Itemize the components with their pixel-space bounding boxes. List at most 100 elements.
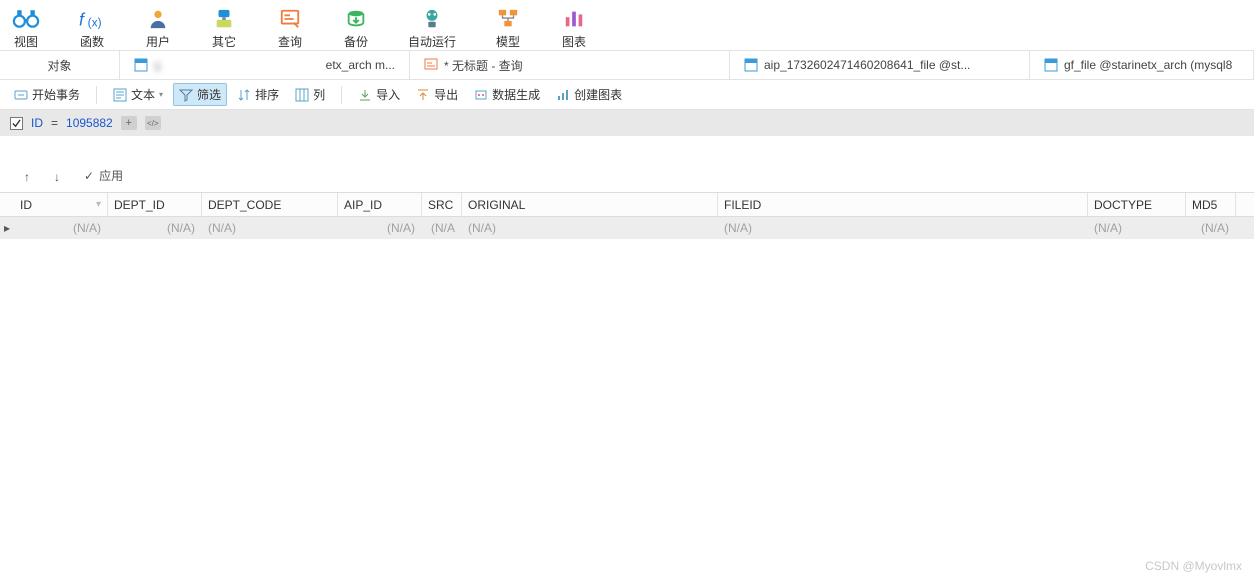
add-condition-button[interactable]: + — [121, 116, 137, 130]
import-button[interactable]: 导入 — [352, 83, 406, 106]
ribbon: 视图 f(x) 函数 用户 其它 查询 备份 自动运行 模型 图表 — [0, 0, 1254, 50]
move-down-button[interactable]: ↓ — [54, 170, 60, 184]
export-label: 导出 — [434, 86, 458, 103]
export-button[interactable]: 导出 — [410, 83, 464, 106]
chevron-down-icon: ▾ — [159, 90, 163, 99]
tab-gf-file[interactable]: gf_file @starinetx_arch (mysql8 — [1030, 51, 1254, 79]
column-icon — [295, 88, 309, 102]
col-dept-id[interactable]: DEPT_ID — [108, 193, 202, 216]
ribbon-function[interactable]: f(x) 函数 — [78, 7, 106, 50]
svg-text:f: f — [79, 10, 86, 30]
funnel-icon: ▾ — [96, 199, 101, 210]
separator — [96, 86, 97, 104]
ribbon-backup[interactable]: 备份 — [342, 7, 370, 50]
col-aip-id[interactable]: AIP_ID — [338, 193, 422, 216]
ribbon-user-label: 用户 — [146, 33, 170, 50]
tab-aip-label: aip_1732602471460208641_file @st... — [764, 58, 970, 72]
chart-icon — [560, 7, 588, 31]
apply-button[interactable]: ✓ 应用 — [84, 167, 123, 184]
ribbon-other-label: 其它 — [212, 33, 236, 50]
autorun-icon — [418, 7, 446, 31]
mkchart-label: 创建图表 — [574, 86, 622, 103]
col-md5[interactable]: MD5 — [1186, 193, 1236, 216]
cell-src[interactable]: (N/A — [422, 218, 462, 238]
cell-md5[interactable]: (N/A) — [1186, 218, 1236, 238]
cell-aip[interactable]: (N/A) — [338, 218, 422, 238]
data-grid: ID▾ DEPT_ID DEPT_CODE AIP_ID SRC ORIGINA… — [0, 192, 1254, 239]
table-icon — [134, 58, 148, 72]
col-dept-code[interactable]: DEPT_CODE — [202, 193, 338, 216]
col-fileid[interactable]: FILEID — [718, 193, 1088, 216]
cell-orig[interactable]: (N/A) — [462, 218, 718, 238]
table-icon — [1044, 58, 1058, 72]
ribbon-chart[interactable]: 图表 — [560, 7, 588, 50]
move-up-button[interactable]: ↑ — [24, 170, 30, 184]
datagen-button[interactable]: 数据生成 — [468, 83, 546, 106]
tab-objects[interactable]: 对象 — [0, 51, 120, 79]
ribbon-query[interactable]: 查询 — [276, 7, 304, 50]
cell-file[interactable]: (N/A) — [718, 218, 1088, 238]
filter-label: 筛选 — [197, 86, 221, 103]
cell-code[interactable]: (N/A) — [202, 218, 338, 238]
tab-aip-file[interactable]: aip_1732602471460208641_file @st... — [730, 51, 1030, 79]
grid-header: ID▾ DEPT_ID DEPT_CODE AIP_ID SRC ORIGINA… — [0, 193, 1254, 217]
column-button[interactable]: 列 — [289, 83, 331, 106]
table-icon — [744, 58, 758, 72]
ribbon-model[interactable]: 模型 — [494, 7, 522, 50]
tab-gf-label: gf_file @starinetx_arch (mysql8 — [1064, 58, 1232, 72]
ribbon-autorun[interactable]: 自动运行 — [408, 7, 456, 50]
datagen-icon — [474, 88, 488, 102]
column-label: 列 — [313, 86, 325, 103]
cell-id[interactable]: (N/A) — [14, 218, 108, 238]
model-icon — [494, 7, 522, 31]
ribbon-view[interactable]: 视图 — [12, 7, 40, 50]
binoculars-icon — [12, 7, 40, 31]
separator — [341, 86, 342, 104]
backup-icon — [342, 7, 370, 31]
filter-operator[interactable]: = — [51, 116, 58, 130]
transaction-icon — [14, 88, 28, 102]
col-id[interactable]: ID▾ — [14, 193, 108, 216]
text-button[interactable]: 文本 ▾ — [107, 83, 169, 106]
ribbon-backup-label: 备份 — [344, 33, 368, 50]
text-label: 文本 — [131, 86, 155, 103]
datagen-label: 数据生成 — [492, 86, 540, 103]
minichart-icon — [556, 88, 570, 102]
tab-query-untitled[interactable]: * 无标题 - 查询 — [410, 51, 730, 79]
sql-toggle-button[interactable]: </> — [145, 116, 161, 130]
cell-doc[interactable]: (N/A) — [1088, 218, 1186, 238]
table-row[interactable]: ▸ (N/A) (N/A) (N/A) (N/A) (N/A (N/A) (N/… — [0, 217, 1254, 239]
filter-button[interactable]: 筛选 — [173, 83, 227, 106]
filter-field[interactable]: ID — [31, 116, 43, 130]
begin-transaction-button[interactable]: 开始事务 — [8, 83, 86, 106]
create-chart-button[interactable]: 创建图表 — [550, 83, 628, 106]
sort-label: 排序 — [255, 86, 279, 103]
ribbon-autorun-label: 自动运行 — [408, 33, 456, 50]
filter-checkbox[interactable] — [10, 117, 23, 130]
tab-query-label: * 无标题 - 查询 — [444, 57, 523, 74]
watermark: CSDN @Myovlmx — [1145, 559, 1242, 573]
fx-icon: f(x) — [78, 7, 106, 31]
tab-table-1[interactable]: g etx_arch m... — [120, 51, 410, 79]
begin-label: 开始事务 — [32, 86, 80, 103]
export-icon — [416, 88, 430, 102]
col-src[interactable]: SRC — [422, 193, 462, 216]
col-original[interactable]: ORIGINAL — [462, 193, 718, 216]
funnel-icon — [179, 88, 193, 102]
filter-apply-row: ↑ ↓ ✓ 应用 — [0, 136, 1254, 192]
ribbon-view-label: 视图 — [14, 33, 38, 50]
filter-value[interactable]: 1095882 — [66, 116, 113, 130]
ribbon-other[interactable]: 其它 — [210, 7, 238, 50]
cell-dept[interactable]: (N/A) — [108, 218, 202, 238]
check-icon: ✓ — [84, 169, 94, 183]
text-icon — [113, 88, 127, 102]
tab-1-blur: g — [154, 58, 161, 72]
ribbon-query-label: 查询 — [278, 33, 302, 50]
row-pointer-icon: ▸ — [0, 221, 14, 235]
apply-label: 应用 — [99, 167, 123, 184]
ribbon-user[interactable]: 用户 — [144, 7, 172, 50]
ribbon-model-label: 模型 — [496, 33, 520, 50]
col-doctype[interactable]: DOCTYPE — [1088, 193, 1186, 216]
user-icon — [144, 7, 172, 31]
sort-button[interactable]: 排序 — [231, 83, 285, 106]
